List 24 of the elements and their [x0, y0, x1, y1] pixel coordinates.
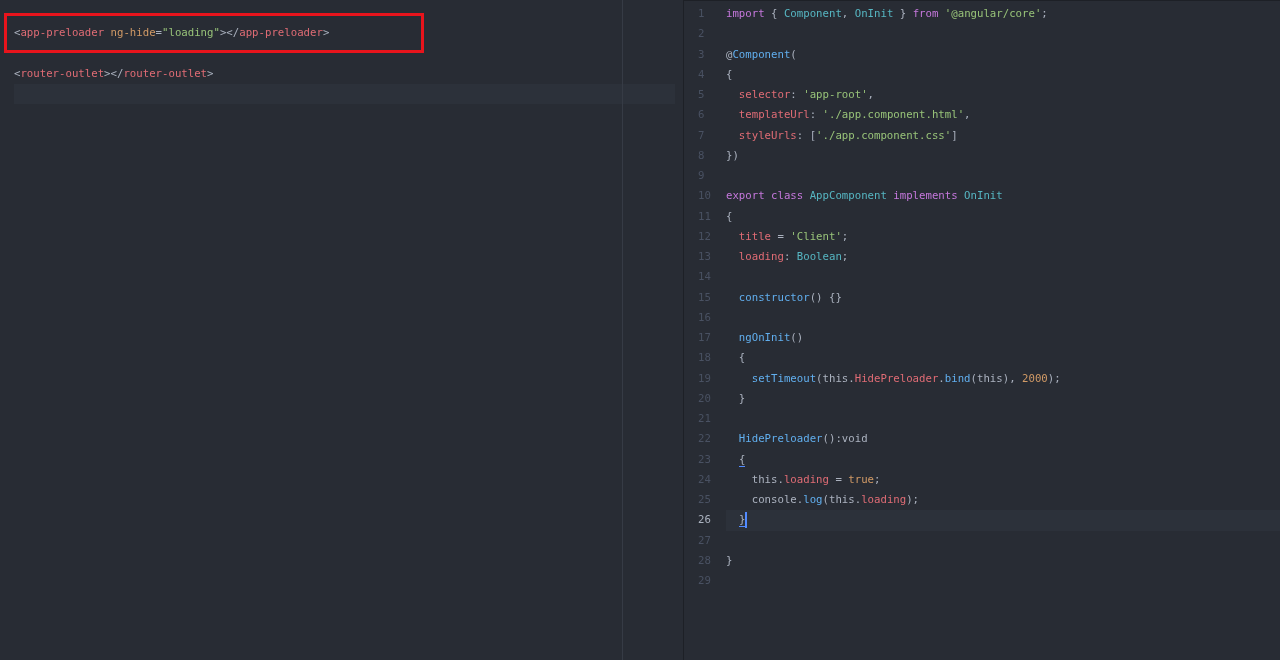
code-line: constructor() {} [737, 289, 842, 306]
code-line: } [737, 390, 746, 407]
code-line: selector: 'app-root', [737, 87, 875, 103]
code-line: import { Component, OnInit } from '@angular/core'; [726, 6, 1048, 22]
code-line: console.log(this.loading); [750, 492, 920, 508]
code-line: <router-outlet></router-outlet> [14, 65, 214, 82]
code-line: { [737, 451, 746, 469]
code-line: HidePreloader():void [737, 431, 868, 448]
code-line: <app-preloader ng-hide="loading"></app-preloader> [14, 25, 330, 42]
code-line: { [737, 350, 746, 367]
code-line: templateUrl: './app.component.html', [737, 107, 971, 124]
code-line: title = 'Client'; [737, 228, 849, 245]
code-line: setTimeout(this.HidePreloader.bind(this), 2000); [750, 370, 1061, 387]
code-line: styleUrls: ['./app.component.css'] [737, 127, 958, 144]
code-line: loading: Boolean; [737, 249, 849, 265]
line-number: 26 [697, 512, 712, 529]
code-line: export class AppComponent implements OnInit [726, 188, 1003, 205]
code-line: }) [726, 147, 739, 164]
code-line: ngOnInit() [737, 330, 804, 346]
code-line: } [726, 552, 733, 569]
code-line: { [726, 208, 733, 225]
code-line: @Component( [726, 46, 797, 63]
code-line: this.loading = true; [750, 471, 881, 488]
code-line: { [726, 66, 733, 83]
